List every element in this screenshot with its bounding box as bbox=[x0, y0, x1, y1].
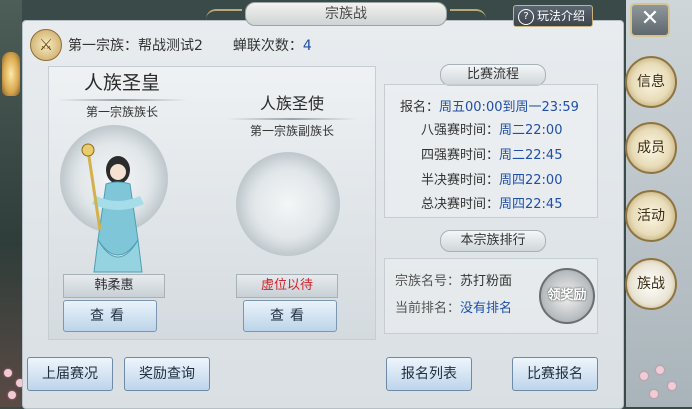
rank-label: 当前排名： bbox=[395, 301, 461, 316]
clan-name-label: 宗族名号： bbox=[395, 274, 461, 289]
tab-info-label: 信息 bbox=[637, 74, 665, 90]
reward-query-button[interactable]: 奖励查询 bbox=[124, 357, 210, 391]
leader-slot-2: 人族圣使 第一宗族副族长 bbox=[222, 90, 362, 139]
leader-2-halo-empty bbox=[236, 152, 340, 256]
schedule-label: 总决赛时间： bbox=[420, 197, 499, 212]
leader-2-divider bbox=[227, 118, 357, 120]
leader-1-character-portrait bbox=[81, 143, 144, 273]
last-season-button[interactable]: 上届赛况 bbox=[27, 357, 113, 391]
leader-2-view-label: 查看 bbox=[270, 308, 310, 324]
leader-2-name-plate: 虚位以待 bbox=[236, 274, 338, 298]
first-clan-label: 第一宗族：帮战测试2 bbox=[68, 38, 203, 54]
claim-reward-button[interactable]: 领奖励 bbox=[539, 268, 595, 324]
window-title: 宗族战 bbox=[206, 2, 486, 26]
close-icon: ✕ bbox=[640, 6, 660, 31]
schedule-value: 周四22:45 bbox=[499, 197, 563, 212]
close-button[interactable]: ✕ bbox=[630, 3, 670, 37]
leader-slot-1: 人族圣皇 第一宗族族长 bbox=[52, 68, 192, 120]
leader-1-name-plate: 韩柔惠 bbox=[63, 274, 165, 298]
tab-info[interactable]: 信息 bbox=[625, 56, 677, 108]
ranking-rank-row: 当前排名：没有排名 bbox=[395, 297, 512, 316]
reward-query-label: 奖励查询 bbox=[139, 366, 195, 382]
tab-members-label: 成员 bbox=[637, 140, 665, 156]
ranking-clan-name-row: 宗族名号：苏打粉面 bbox=[395, 270, 512, 289]
schedule-row-top4: 四强赛时间：周二22:45 bbox=[400, 144, 562, 163]
question-icon: ? bbox=[518, 8, 534, 25]
claim-reward-label: 领奖励 bbox=[547, 288, 587, 303]
rank-value: 没有排名 bbox=[460, 301, 513, 316]
leader-1-name: 韩柔惠 bbox=[94, 278, 134, 293]
schedule-label: 八强赛时间： bbox=[420, 123, 499, 138]
schedule-value: 周五00:00到周一23:59 bbox=[439, 100, 579, 115]
tab-clan-war[interactable]: 族战 bbox=[625, 258, 677, 310]
clan-summary: 第一宗族：帮战测试2 蝉联次数：4 bbox=[68, 35, 312, 55]
signup-label: 比赛报名 bbox=[527, 366, 583, 382]
win-count-value: 4 bbox=[302, 38, 312, 54]
clan-name-value: 苏打粉面 bbox=[460, 274, 513, 289]
schedule-label: 半决赛时间： bbox=[420, 173, 499, 188]
tab-clan-war-label: 族战 bbox=[637, 276, 665, 292]
clan-emblem-icon: ⚔ bbox=[30, 29, 62, 61]
leader-1-title: 人族圣皇 bbox=[83, 72, 160, 94]
schedule-label: 四强赛时间： bbox=[420, 148, 499, 163]
win-count-label: 蝉联次数： bbox=[232, 38, 303, 54]
ranking-title: 本宗族排行 bbox=[440, 230, 546, 252]
signup-list-label: 报名列表 bbox=[401, 366, 457, 382]
schedule-value: 周二22:45 bbox=[499, 148, 563, 163]
schedule-row-semifinal: 半决赛时间：周四22:00 bbox=[400, 169, 562, 188]
schedule-value: 周四22:00 bbox=[499, 173, 563, 188]
schedule-value: 周二22:00 bbox=[499, 123, 563, 138]
leader-1-divider bbox=[57, 99, 187, 101]
schedule-label: 报名： bbox=[400, 100, 440, 115]
tab-members[interactable]: 成员 bbox=[625, 122, 677, 174]
rules-help-button[interactable]: ? 玩法介绍 bbox=[513, 5, 593, 27]
leader-2-title: 人族圣使 bbox=[259, 94, 324, 113]
schedule-row-quarter: 八强赛时间：周二22:00 bbox=[400, 119, 562, 138]
schedule-row-final: 总决赛时间：周四22:45 bbox=[400, 193, 562, 212]
leader-2-view-button[interactable]: 查看 bbox=[243, 300, 337, 332]
leader-1-view-label: 查看 bbox=[90, 308, 130, 324]
schedule-row-signup: 报名：周五00:00到周一23:59 bbox=[400, 96, 579, 115]
tab-activities-label: 活动 bbox=[637, 208, 665, 224]
leader-1-view-button[interactable]: 查看 bbox=[63, 300, 157, 332]
leader-2-name: 虚位以待 bbox=[260, 278, 313, 293]
lantern-decoration bbox=[2, 52, 20, 96]
last-season-label: 上届赛况 bbox=[42, 366, 98, 382]
signup-list-button[interactable]: 报名列表 bbox=[386, 357, 472, 391]
leader-1-role: 第一宗族族长 bbox=[85, 105, 158, 119]
blossom-decoration-right bbox=[638, 362, 684, 407]
leader-2-role: 第一宗族副族长 bbox=[249, 124, 334, 138]
signup-button[interactable]: 比赛报名 bbox=[512, 357, 598, 391]
rules-help-label: 玩法介绍 bbox=[537, 9, 586, 23]
schedule-title: 比赛流程 bbox=[440, 64, 546, 86]
tab-activities[interactable]: 活动 bbox=[625, 190, 677, 242]
